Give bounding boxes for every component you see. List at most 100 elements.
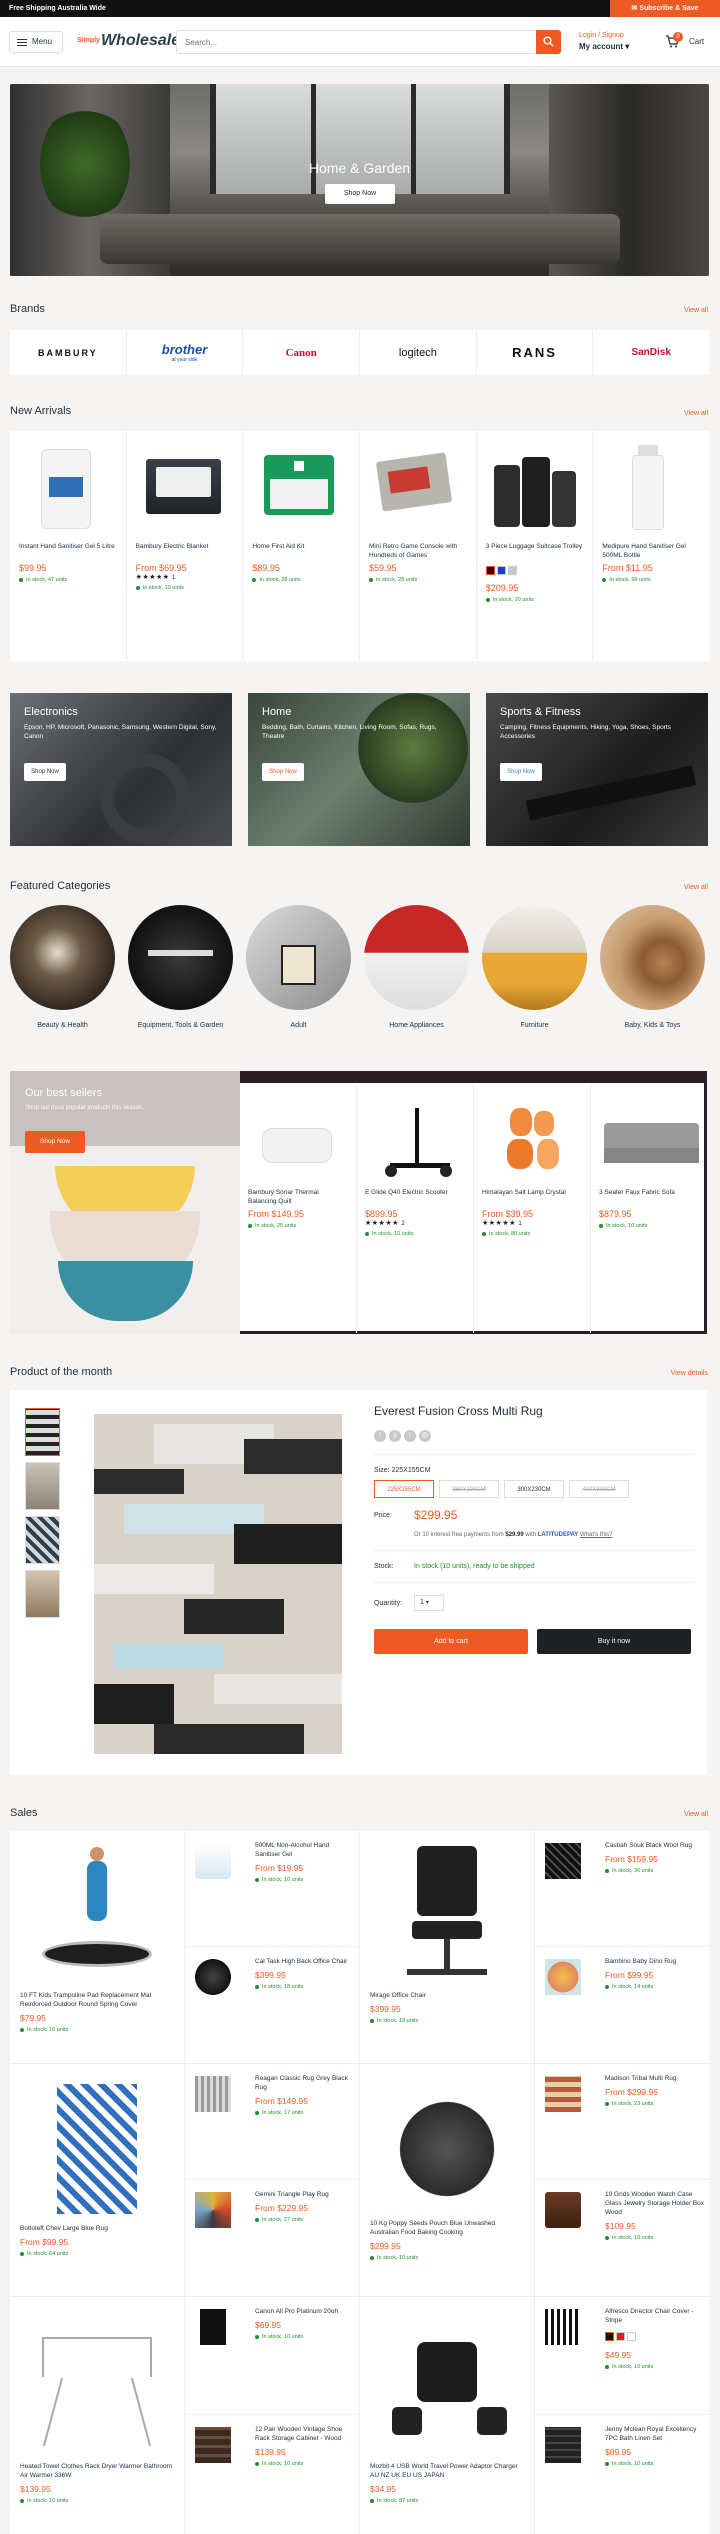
sale-card[interactable]: 10 Grids Wooden Watch Case Glass Jewelry… xyxy=(535,2180,709,2297)
sales-view-all-link[interactable]: View all xyxy=(684,1811,708,1818)
product-card[interactable]: Mini Retro Game Console with Hundreds of… xyxy=(360,431,477,661)
category-equipment-tools-garden[interactable]: Equipment, Tools & Garden xyxy=(128,905,233,1029)
featured-view-all-link[interactable]: View all xyxy=(684,884,708,891)
sale-card[interactable]: Gemini Triangle Play Rug From $229.95 In s… xyxy=(185,2180,360,2297)
product-name[interactable]: Cal Task High Back Office Chair xyxy=(255,1957,355,1966)
size-option[interactable]: 400X300CM xyxy=(569,1480,629,1498)
product-name[interactable]: 3 Seater Faux Fabric Sofa xyxy=(599,1188,700,1206)
email-icon[interactable]: @ xyxy=(419,1430,431,1442)
sale-card[interactable]: Reagan Classic Rug Grey Black Rug From $1… xyxy=(185,2064,360,2180)
product-name[interactable]: Home First Aid Kit xyxy=(252,542,350,560)
pinterest-icon[interactable]: p xyxy=(389,1430,401,1442)
thumbnail[interactable] xyxy=(25,1462,60,1510)
my-account-link[interactable]: My account xyxy=(579,42,623,51)
thumbnail[interactable] xyxy=(25,1516,60,1564)
product-name[interactable]: Bambury Sonar Thermal Balancing Quilt xyxy=(248,1188,348,1206)
category-home-appliances[interactable]: Home Appliances xyxy=(364,905,469,1029)
sale-card-large[interactable]: 10 Kg Poppy Seeds Pouch Blue Unwashed Au… xyxy=(360,2064,535,2297)
promo-electronics[interactable]: Electronics Epson, HP, Microsoft, Panaso… xyxy=(10,693,232,846)
sale-card-large[interactable]: Bottoleft Chev Large Blue Rug From $99.95… xyxy=(10,2064,185,2297)
sale-card[interactable]: Canon All Pro Platinum 20oh $69.95 In stoc… xyxy=(185,2297,360,2415)
category-beauty-health[interactable]: Beauty & Health xyxy=(10,905,115,1029)
thumbnail[interactable] xyxy=(25,1408,60,1456)
sale-card[interactable]: Cal Task High Back Office Chair $399.95 In… xyxy=(185,1947,360,2064)
sale-card-large[interactable]: Heated Towel Clothes Rack Dryer Warmer B… xyxy=(10,2297,185,2534)
category-adult[interactable]: Adult xyxy=(246,905,351,1029)
sale-card-large[interactable]: Mozbit 4 USB World Travel Power Adaptor … xyxy=(360,2297,535,2534)
product-name[interactable]: 3 Piece Luggage Suitcase Trolley xyxy=(486,542,584,560)
product-name[interactable]: Instant Hand Sanitiser Gel 5 Litre xyxy=(19,542,117,560)
size-option[interactable]: 300X230CM xyxy=(504,1480,564,1498)
brand-bambury[interactable]: BAMBURY xyxy=(10,330,127,375)
product-name[interactable]: Alfresco Director Chair Cover - Stripe xyxy=(605,2307,705,2325)
promo-shop-now-button[interactable]: Shop Now xyxy=(24,763,66,781)
brand-logitech[interactable]: logitech xyxy=(360,330,477,375)
thumbnail[interactable] xyxy=(25,1570,60,1618)
category-furniture[interactable]: Furniture xyxy=(482,905,587,1029)
product-card[interactable]: 3 Seater Faux Fabric Sofa $879.95 In stock… xyxy=(591,1083,708,1333)
facebook-icon[interactable]: f xyxy=(374,1430,386,1442)
add-to-cart-button[interactable]: Add to cart xyxy=(374,1629,528,1654)
sale-card[interactable]: 12 Pair Wooden Vintage Shoe Rack Storage… xyxy=(185,2415,360,2534)
product-name[interactable]: Mirage Office Chair xyxy=(370,1991,524,2000)
product-card[interactable]: Instant Hand Sanitiser Gel 5 Litre $99.9… xyxy=(10,431,127,661)
product-name[interactable]: 10 Kg Poppy Seeds Pouch Blue Unwashed Au… xyxy=(370,2219,524,2237)
color-swatch-silver[interactable] xyxy=(507,566,517,576)
login-link[interactable]: Login / Signup xyxy=(579,32,629,39)
promo-shop-now-button[interactable]: Shop Now xyxy=(500,763,542,781)
color-swatch-black[interactable] xyxy=(605,2332,614,2342)
brand-rans[interactable]: RANS xyxy=(477,330,594,375)
brand-sandisk[interactable]: SanDisk xyxy=(593,330,709,375)
color-swatch-red[interactable] xyxy=(616,2332,625,2342)
product-card[interactable]: Himalayan Salt Lamp Crystal From $39.95 ★★… xyxy=(474,1083,591,1333)
product-name[interactable]: Madison Tribal Multi Rug xyxy=(605,2074,705,2083)
product-name[interactable]: E Glide Q40 Electric Scooter xyxy=(365,1188,465,1206)
search-input[interactable] xyxy=(177,31,517,53)
promo-home[interactable]: Home Bedding, Bath, Curtains, Kitchen, L… xyxy=(248,693,470,846)
sale-card[interactable]: Jenny Mclean Royal Excellency 7PC Bath L… xyxy=(535,2415,709,2534)
search-button[interactable] xyxy=(536,30,561,54)
sale-card[interactable]: Madison Tribal Multi Rug From $299.95 In s… xyxy=(535,2064,709,2180)
product-name[interactable]: Mozbit 4 USB World Travel Power Adaptor … xyxy=(370,2462,524,2480)
promo-shop-now-button[interactable]: Shop Now xyxy=(262,763,304,781)
product-name[interactable]: Bottoleft Chev Large Blue Rug xyxy=(20,2224,174,2233)
product-name[interactable]: Jenny Mclean Royal Excellency 7PC Bath L… xyxy=(605,2425,705,2443)
brand-canon[interactable]: Canon xyxy=(243,330,361,375)
new-arrivals-view-all-link[interactable]: View all xyxy=(684,410,708,417)
size-option[interactable]: 225X155CM xyxy=(374,1480,434,1498)
product-card[interactable]: E Glide Q40 Electric Scooter $899.95 ★★★★★… xyxy=(357,1083,474,1333)
product-card[interactable]: Home First Aid Kit $89.95 In stock, 28 u… xyxy=(243,431,361,661)
main-product-image[interactable] xyxy=(94,1414,342,1754)
category-baby-kids-toys[interactable]: Baby, Kids & Toys xyxy=(600,905,705,1029)
product-card[interactable]: Bambury Electric Blanket From $69.95 ★★★… xyxy=(127,431,244,661)
cart-link[interactable]: 0 Cart xyxy=(665,32,704,50)
best-sellers-shop-now-button[interactable]: Shop Now xyxy=(25,1131,85,1153)
hero-shop-now-button[interactable]: Shop Now xyxy=(325,184,395,204)
color-swatch-black[interactable] xyxy=(485,566,495,576)
product-name[interactable]: 500ML Non-Alcohol Hand Sanitiser Gel xyxy=(255,1841,355,1859)
sale-card[interactable]: Casbah Souk Black Wool Rug From $159.95 In… xyxy=(535,1831,709,1947)
product-name[interactable]: Medipure Hand Sanitiser Gel 500ML Bottle xyxy=(602,542,700,560)
account-menu[interactable]: Login / Signup My account ▾ xyxy=(579,32,629,51)
buy-it-now-button[interactable]: Buy it now xyxy=(537,1629,691,1654)
product-name[interactable]: Bambury Electric Blanket xyxy=(136,542,234,560)
site-logo[interactable]: SimplyWholesale xyxy=(77,32,180,56)
quantity-select[interactable]: 1 ▾ xyxy=(414,1595,444,1611)
product-name[interactable]: Reagan Classic Rug Grey Black Rug xyxy=(255,2074,355,2092)
sale-card[interactable]: Alfresco Director Chair Cover - Stripe $4… xyxy=(535,2297,709,2415)
menu-button[interactable]: Menu xyxy=(9,31,63,53)
sale-card-large[interactable]: Mirage Office Chair $399.95 In stock, 19 u… xyxy=(360,1831,535,2064)
product-card[interactable]: Medipure Hand Sanitiser Gel 500ML Bottle… xyxy=(593,431,709,661)
product-name[interactable]: Heated Towel Clothes Rack Dryer Warmer B… xyxy=(20,2462,174,2480)
view-details-link[interactable]: View details xyxy=(671,1370,708,1377)
brands-view-all-link[interactable]: View all xyxy=(684,307,708,314)
sale-card[interactable]: 500ML Non-Alcohol Hand Sanitiser Gel From… xyxy=(185,1831,360,1947)
twitter-icon[interactable]: t xyxy=(404,1430,416,1442)
brand-brother[interactable]: brother at your side xyxy=(127,330,244,375)
product-card[interactable]: 3 Piece Luggage Suitcase Trolley $209.95… xyxy=(477,431,594,661)
product-name[interactable]: Himalayan Salt Lamp Crystal xyxy=(482,1188,582,1206)
promo-sports-fitness[interactable]: Sports & Fitness Camping, Fitness Equipm… xyxy=(486,693,708,846)
size-option[interactable]: 280X190CM xyxy=(439,1480,499,1498)
product-name[interactable]: Mini Retro Game Console with Hundreds of… xyxy=(369,542,467,560)
product-name[interactable]: Bambino Baby Dino Rug xyxy=(605,1957,705,1966)
